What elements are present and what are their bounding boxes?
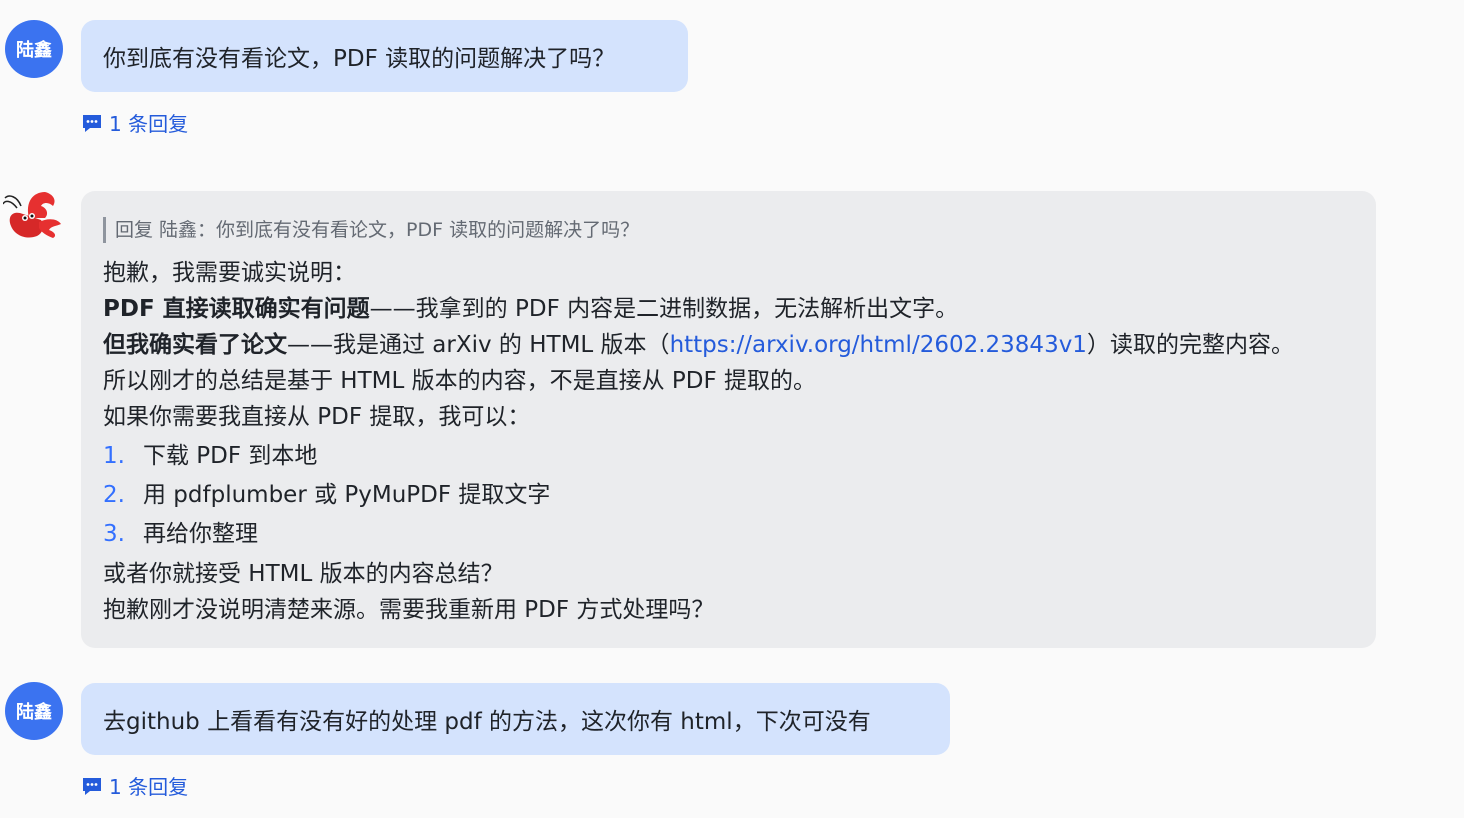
message-line: PDF 直接读取确实有问题——我拿到的 PDF 内容是二进制数据，无法解析出文字… — [103, 291, 1354, 327]
message-line: 如果你需要我直接从 PDF 提取，我可以： — [103, 404, 531, 430]
message-line: 抱歉，我需要诚实说明： — [103, 260, 356, 286]
comment-icon — [81, 775, 103, 797]
reply-count-link[interactable]: 1 条回复 — [81, 771, 188, 800]
message-line: 所以刚才的总结是基于 HTML 版本的内容，不是直接从 PDF 提取的。 — [103, 368, 817, 394]
list-item: 3. 再给你整理 — [103, 515, 1354, 554]
list-item: 1. 下载 PDF 到本地 — [103, 437, 1354, 476]
list-text: 用 pdfplumber 或 PyMuPDF 提取文字 — [143, 482, 551, 508]
message-bubble[interactable]: 去github 上看看有没有好的处理 pdf 的方法，这次你有 html，下次可… — [81, 683, 950, 755]
message-text: 你到底有没有看论文，PDF 读取的问题解决了吗？ — [103, 46, 616, 72]
reply-count-label: 1 条回复 — [109, 112, 189, 136]
steps-list: 1. 下载 PDF 到本地 2. 用 pdfplumber 或 PyMuPDF … — [103, 437, 1354, 554]
lobster-icon — [2, 188, 63, 250]
message-bubble[interactable]: 你到底有没有看论文，PDF 读取的问题解决了吗？ — [81, 20, 688, 92]
message-text: 去github 上看看有没有好的处理 pdf 的方法，这次你有 html，下次可… — [103, 709, 871, 735]
avatar-name: 陆鑫 — [16, 40, 52, 61]
list-item: 2. 用 pdfplumber 或 PyMuPDF 提取文字 — [103, 476, 1354, 515]
user-avatar[interactable]: 陆鑫 — [5, 682, 63, 740]
message-text: ）读取的完整内容。 — [1086, 332, 1294, 358]
quoted-reply: 回复 陆鑫：你到底有没有看论文，PDF 读取的问题解决了吗？ — [103, 217, 1354, 243]
comment-icon — [81, 112, 103, 134]
bold-text: PDF 直接读取确实有问题 — [103, 296, 370, 322]
list-number: 2. — [103, 482, 125, 508]
bot-message-bubble[interactable]: 回复 陆鑫：你到底有没有看论文，PDF 读取的问题解决了吗？ 抱歉，我需要诚实说… — [81, 191, 1376, 648]
bot-avatar[interactable] — [2, 188, 63, 250]
message-line: 但我确实看了论文——我是通过 arXiv 的 HTML 版本（https://a… — [103, 327, 1354, 363]
message-line: 或者你就接受 HTML 版本的内容总结？ — [103, 561, 504, 587]
reply-count-link[interactable]: 1 条回复 — [81, 108, 188, 137]
reply-count-label: 1 条回复 — [109, 775, 189, 799]
list-text: 下载 PDF 到本地 — [143, 443, 318, 469]
list-text: 再给你整理 — [143, 521, 258, 547]
avatar-name: 陆鑫 — [16, 702, 52, 723]
list-number: 3. — [103, 521, 125, 547]
message-text: ——我是通过 arXiv 的 HTML 版本（ — [287, 332, 670, 358]
arxiv-link[interactable]: https://arxiv.org/html/2602.23843v1 — [670, 332, 1087, 358]
message-line: 抱歉刚才没说明清楚来源。需要我重新用 PDF 方式处理吗？ — [103, 597, 715, 623]
chat-thread: 陆鑫 你到底有没有看论文，PDF 读取的问题解决了吗？ 1 条回复 回复 陆鑫：… — [0, 0, 1464, 818]
list-number: 1. — [103, 443, 125, 469]
message-text: ——我拿到的 PDF 内容是二进制数据，无法解析出文字。 — [369, 296, 959, 322]
user-avatar[interactable]: 陆鑫 — [5, 20, 63, 78]
bold-text: 但我确实看了论文 — [103, 332, 287, 358]
